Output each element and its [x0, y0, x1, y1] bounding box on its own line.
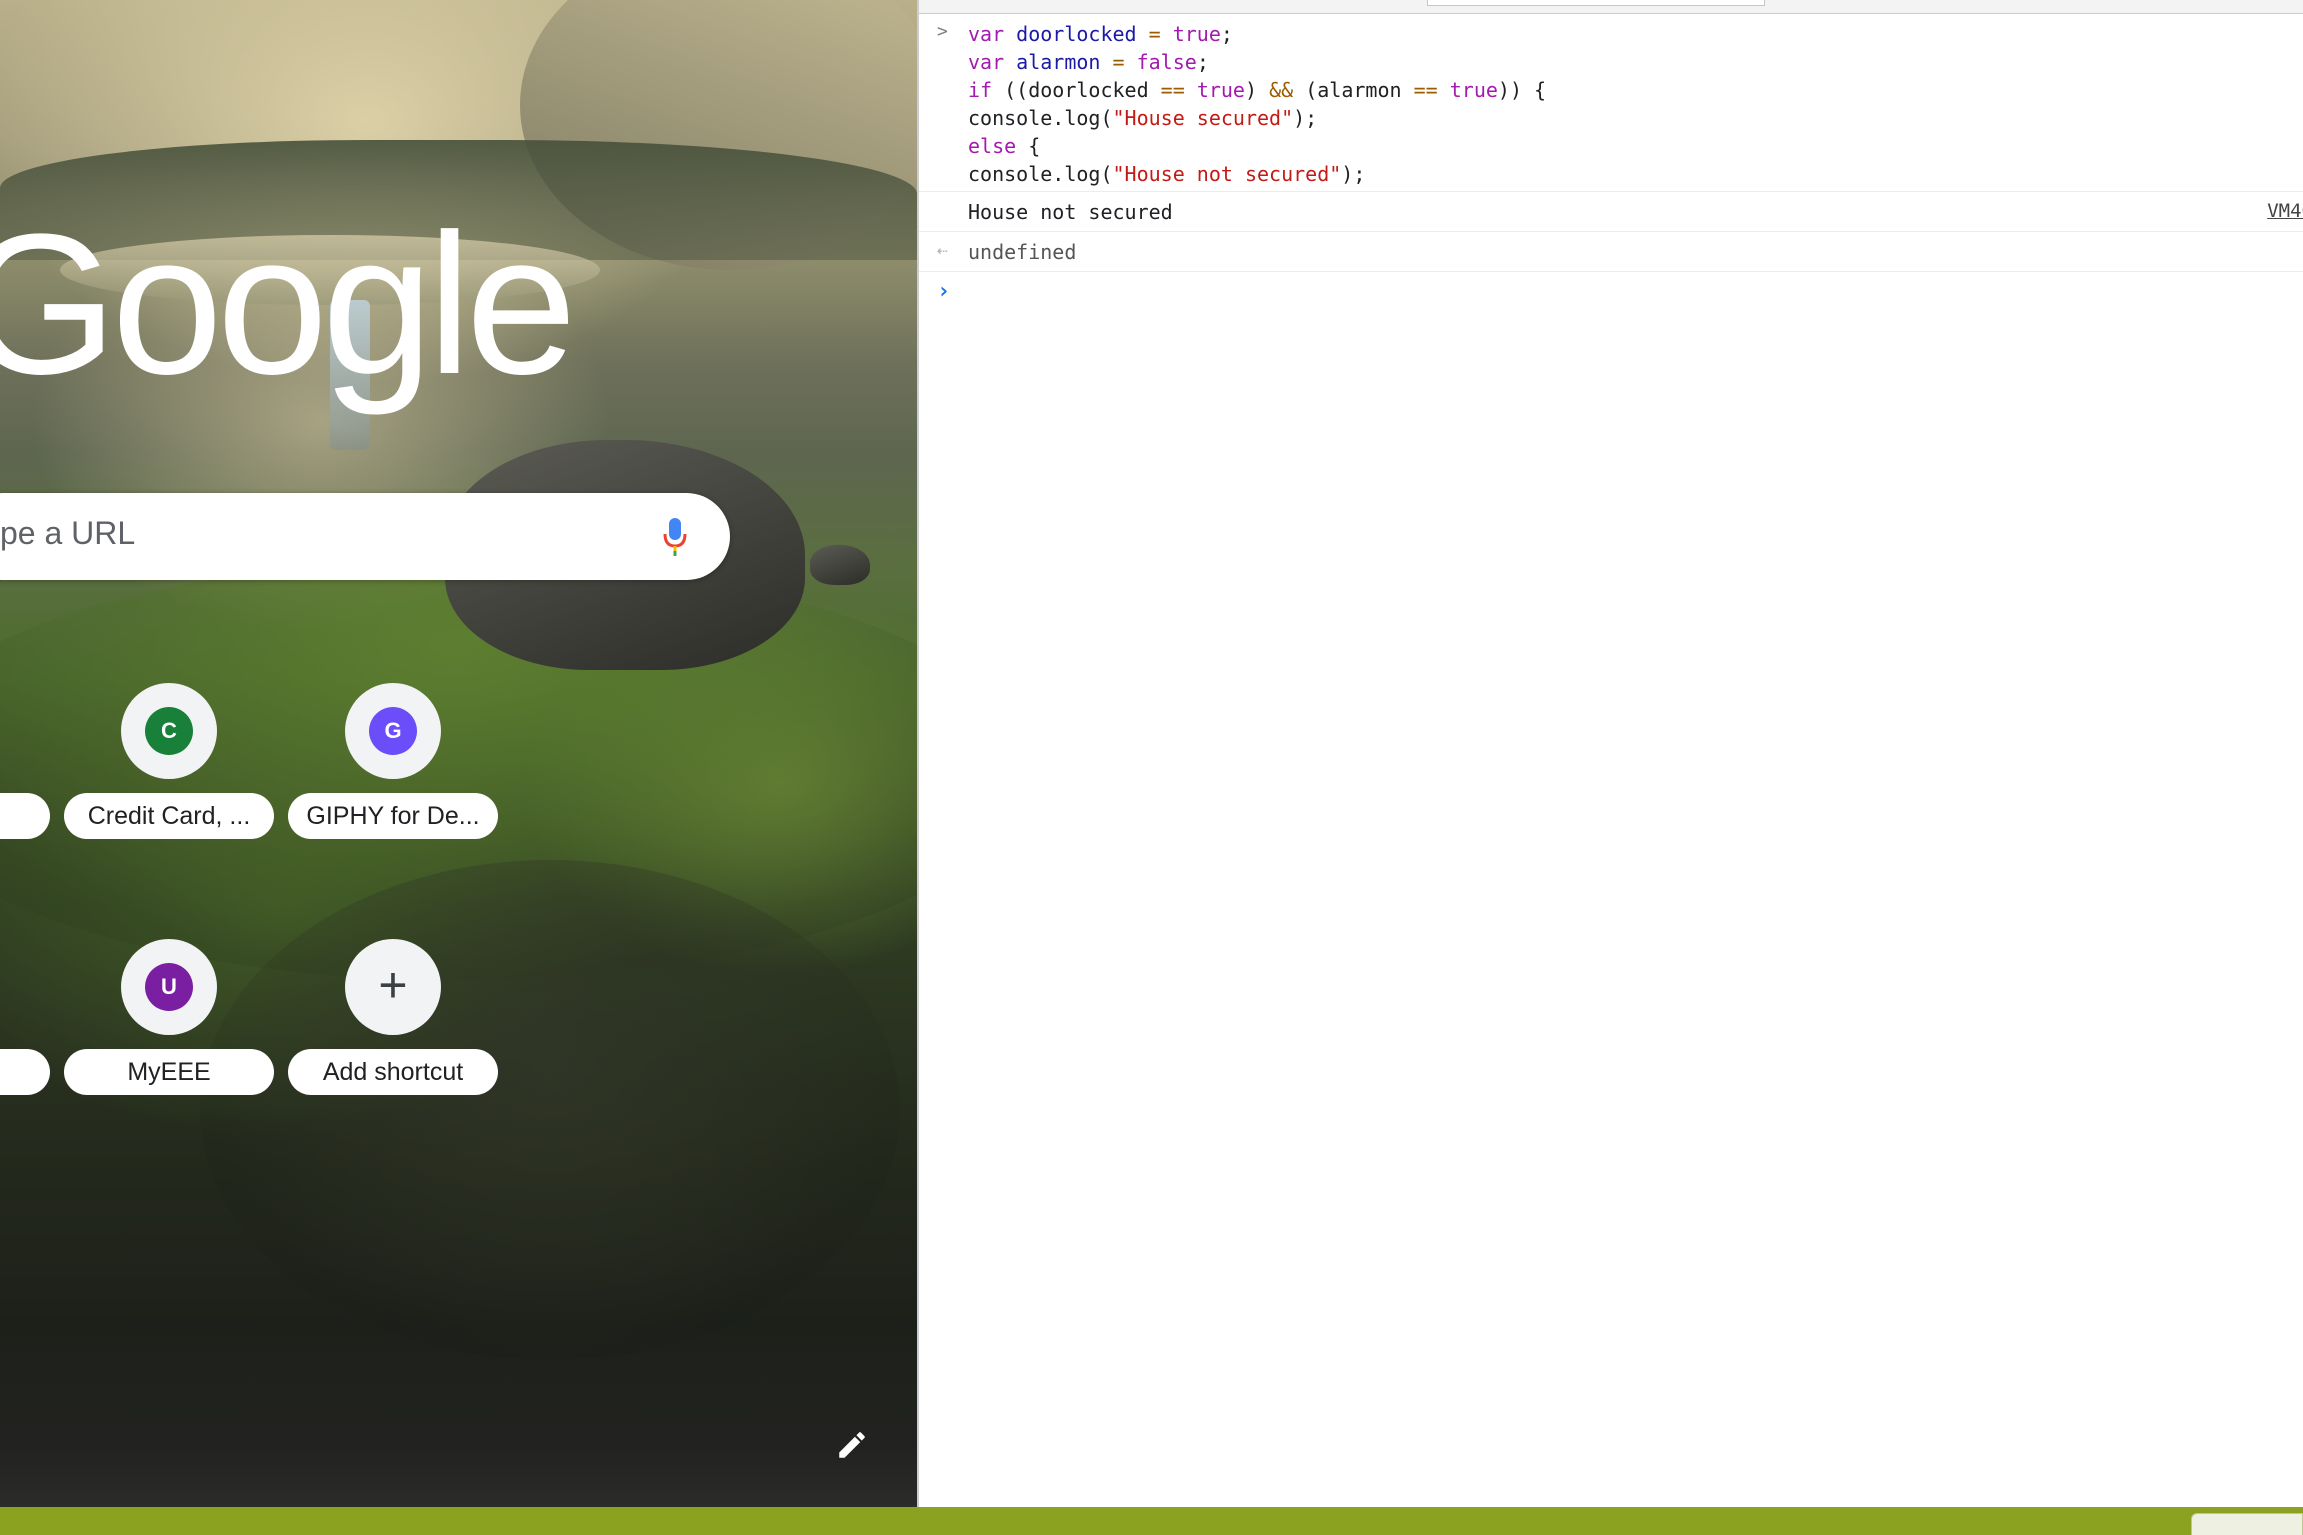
shortcut-tile[interactable]: U MyEEE	[64, 939, 274, 1109]
google-logo: Google	[0, 193, 577, 416]
console-input[interactable]	[968, 276, 2268, 1476]
search-box[interactable]: pe a URL	[0, 493, 730, 580]
shortcut-favicon: U	[121, 939, 217, 1035]
return-value: undefined	[968, 240, 1077, 264]
shortcut-letter-icon: C	[145, 707, 193, 755]
shortcut-label-partial[interactable]	[0, 1049, 50, 1095]
background-rock-small	[810, 545, 870, 585]
pencil-icon[interactable]	[835, 1428, 869, 1462]
console-prompt-chevron-icon[interactable]: ›	[937, 279, 950, 304]
devtools-toolbar	[919, 0, 2303, 14]
screen: Google pe a URL C Credit Card, ... G GIP…	[0, 0, 2303, 1535]
console-filter-input[interactable]	[1427, 0, 1765, 6]
shortcut-label: Credit Card, ...	[64, 793, 274, 839]
shortcut-label-partial[interactable]	[0, 793, 50, 839]
shortcut-letter-icon: U	[145, 963, 193, 1011]
code-line-2: var alarmon = false;	[968, 50, 1209, 74]
console-result-entry: ⇠ undefined	[919, 232, 2303, 272]
console-log-entry: House not secured VM46	[919, 192, 2303, 232]
mic-icon[interactable]	[662, 517, 688, 557]
code-line-6: console.log("House not secured");	[968, 162, 1366, 186]
shortcut-tile[interactable]: G GIPHY for De...	[288, 683, 498, 853]
code-line-3: if ((doorlocked == true) && (alarmon == …	[968, 78, 1547, 102]
add-shortcut-tile[interactable]: + Add shortcut	[288, 939, 498, 1109]
return-arrow-icon: ⇠	[937, 240, 948, 261]
code-line-1: var doorlocked = true;	[968, 22, 1233, 46]
shortcut-label: GIPHY for De...	[288, 793, 498, 839]
taskbar-button[interactable]	[2191, 1513, 2303, 1535]
shortcut-label: MyEEE	[64, 1049, 274, 1095]
search-input-placeholder[interactable]: pe a URL	[0, 515, 135, 552]
background-cliff	[200, 860, 900, 1360]
log-message: House not secured	[968, 200, 1173, 224]
code-line-4: console.log("House secured");	[968, 106, 1318, 130]
input-echo-chevron-icon: >	[937, 21, 948, 42]
log-source-link[interactable]: VM46	[2267, 200, 2303, 222]
shortcut-favicon: C	[121, 683, 217, 779]
shortcut-letter-icon: G	[369, 707, 417, 755]
devtools-console: > var doorlocked = true; var alarmon = f…	[917, 0, 2303, 1507]
shortcut-label: Add shortcut	[288, 1049, 498, 1095]
shortcut-favicon: G	[345, 683, 441, 779]
plus-icon: +	[378, 957, 408, 1013]
code-line-5: else {	[968, 134, 1041, 158]
taskbar	[0, 1507, 2303, 1535]
console-input-entry: > var doorlocked = true; var alarmon = f…	[919, 16, 2303, 192]
add-shortcut-button[interactable]: +	[345, 939, 441, 1035]
shortcut-tile[interactable]: C Credit Card, ...	[64, 683, 274, 853]
new-tab-page: Google pe a URL C Credit Card, ... G GIP…	[0, 0, 917, 1507]
